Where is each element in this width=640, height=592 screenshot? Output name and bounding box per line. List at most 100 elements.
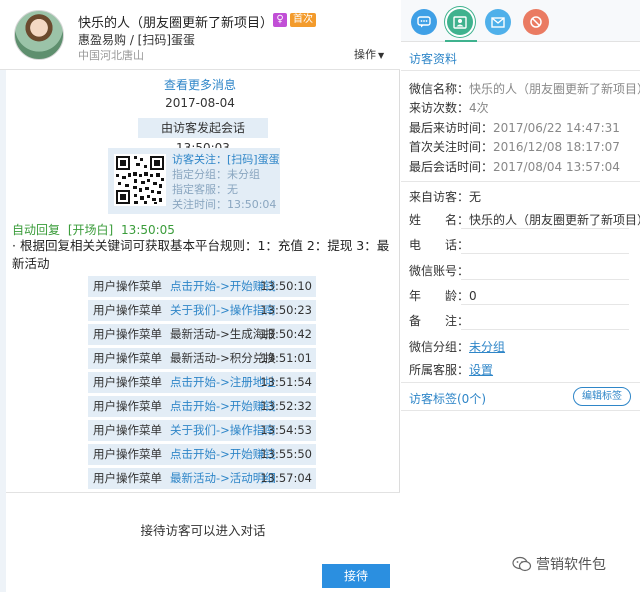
wechat-account-row[interactable]: 微信账号： bbox=[409, 262, 469, 279]
chat-bubble-icon[interactable] bbox=[411, 9, 437, 35]
age-row[interactable]: 年 龄：0 bbox=[409, 287, 477, 304]
operation-time: 13:50:10 bbox=[260, 279, 312, 293]
wechat-account-field[interactable] bbox=[461, 279, 629, 280]
avatar[interactable] bbox=[14, 10, 64, 60]
last-session-label: 最后会话时间： bbox=[409, 160, 494, 174]
watermark-text: 营销软件包 bbox=[536, 557, 606, 573]
wechat-group-row: 微信分组：未分组 bbox=[409, 338, 505, 355]
first-visit-badge: 首次 bbox=[290, 13, 316, 27]
phone-label: 电 话： bbox=[409, 238, 470, 252]
accept-button[interactable]: 接待 bbox=[322, 564, 390, 588]
auto-reply-header: 自动回复 [开场白] 13:50:05 bbox=[12, 221, 175, 238]
watermark: 营销软件包 bbox=[512, 554, 606, 574]
chat-panel: 快乐的人（朋友圈更新了新项目） ♀ 首次 惠盈易购 / [扫码]蛋蛋 中国河北唐… bbox=[0, 0, 400, 592]
divider bbox=[461, 228, 629, 229]
operation-label: 用户操作菜单 bbox=[93, 375, 162, 389]
auto-reply-time: 13:50:05 bbox=[121, 223, 175, 237]
menu-operation-row: 用户操作菜单 点击开始->开始赚钱 13:52:32 bbox=[88, 396, 316, 417]
wechat-icon bbox=[512, 556, 532, 572]
first-follow-row: 首次关注时间：2016/12/08 18:17:07 bbox=[409, 138, 620, 155]
visitor-header: 快乐的人（朋友圈更新了新项目） ♀ 首次 惠盈易购 / [扫码]蛋蛋 中国河北唐… bbox=[0, 0, 400, 70]
load-more-messages-link[interactable]: 查看更多消息 bbox=[0, 76, 400, 93]
active-tab-indicator bbox=[445, 40, 477, 42]
wechat-name-row: 微信名称：快乐的人（朋友圈更新了新项目） bbox=[409, 80, 640, 97]
no-entry-icon[interactable] bbox=[523, 9, 549, 35]
auto-reply-label: 自动回复 bbox=[12, 223, 61, 237]
mail-icon[interactable] bbox=[485, 9, 511, 35]
age-label: 年 龄： bbox=[409, 289, 470, 303]
visitor-name: 快乐的人（朋友圈更新了新项目） bbox=[78, 16, 274, 31]
follow-info-lines: 访客关注：[扫码]蛋蛋 指定分组：未分组 指定客服：无 关注时间：13:50:0… bbox=[172, 152, 280, 212]
full-name-row[interactable]: 姓 名：快乐的人（朋友圈更新了新项目） bbox=[409, 211, 640, 228]
visitor-tags-title: 访客标签(0个) bbox=[409, 392, 486, 406]
session-start-notice: 由访客发起会话 13:50:03 bbox=[138, 118, 268, 155]
visit-count-row: 来访次数：4次 bbox=[409, 99, 489, 116]
operation-label: 用户操作菜单 bbox=[93, 471, 162, 485]
operation-time: 13:54:53 bbox=[260, 423, 312, 437]
wechat-name-value: 快乐的人（朋友圈更新了新项目） bbox=[469, 82, 640, 96]
divider bbox=[401, 382, 640, 383]
full-name-field[interactable]: 快乐的人（朋友圈更新了新项目） bbox=[469, 213, 640, 227]
menu-operation-row: 用户操作菜单 最新活动->积分兑换 13:51:01 bbox=[88, 348, 316, 369]
accept-hint: 接待访客可以进入对话 bbox=[140, 523, 266, 538]
first-follow-label: 首次关注时间： bbox=[409, 140, 494, 154]
divider bbox=[401, 70, 640, 71]
source-visitor-value: 无 bbox=[469, 190, 482, 204]
info-tabs bbox=[401, 0, 640, 42]
agent-row: 所属客服：设置 bbox=[409, 361, 493, 378]
operation-time: 13:50:23 bbox=[260, 303, 312, 317]
operation-label: 用户操作菜单 bbox=[93, 303, 162, 317]
visitor-profile-title: 访客资料 bbox=[409, 52, 458, 66]
menu-operation-row: 用户操作菜单 点击开始->开始赚钱 13:50:10 bbox=[88, 276, 316, 297]
source-visitor-row: 来自访客：无 bbox=[409, 188, 481, 205]
agent-label: 所属客服： bbox=[409, 363, 470, 377]
phone-field[interactable] bbox=[461, 253, 629, 254]
first-follow-value: 2016/12/08 18:17:07 bbox=[493, 140, 620, 154]
date-divider: 2017-08-04 bbox=[165, 96, 235, 110]
phone-row[interactable]: 电 话： bbox=[409, 236, 469, 253]
visitor-info-panel: 访客资料 微信名称：快乐的人（朋友圈更新了新项目） 来访次数：4次 最后来访时间… bbox=[401, 0, 640, 592]
auto-reply-tag: [开场白] bbox=[67, 223, 114, 237]
operation-label: 用户操作菜单 bbox=[93, 351, 162, 365]
wechat-group-label: 微信分组： bbox=[409, 340, 470, 354]
menu-operation-row: 用户操作菜单 点击开始->注册地址 13:51:54 bbox=[88, 372, 316, 393]
last-visit-row: 最后来访时间：2017/06/22 14:47:31 bbox=[409, 119, 620, 136]
wechat-account-label: 微信账号： bbox=[409, 264, 470, 278]
agent-setting-link[interactable]: 设置 bbox=[469, 363, 493, 377]
operations-label: 操作 bbox=[354, 48, 376, 61]
visitor-location: 中国河北唐山 bbox=[78, 49, 144, 62]
menu-operation-row: 用户操作菜单 关于我们->操作指南 13:50:23 bbox=[88, 300, 316, 321]
operation-time: 13:57:04 bbox=[260, 471, 312, 485]
visitor-source: 惠盈易购 / [扫码]蛋蛋 bbox=[78, 33, 196, 47]
menu-operation-row: 用户操作菜单 关于我们->操作指南 13:54:53 bbox=[88, 420, 316, 441]
divider bbox=[461, 304, 629, 305]
contact-card-icon[interactable] bbox=[447, 9, 473, 35]
age-field[interactable]: 0 bbox=[469, 289, 477, 303]
assigned-group: 指定分组：未分组 bbox=[172, 168, 260, 181]
divider bbox=[401, 410, 640, 411]
female-icon: ♀ bbox=[273, 13, 287, 27]
edit-tags-button[interactable]: 编辑标签 bbox=[573, 387, 631, 406]
last-session-value: 2017/08/04 13:57:04 bbox=[493, 160, 620, 174]
divider bbox=[401, 181, 640, 182]
operation-label: 用户操作菜单 bbox=[93, 327, 162, 341]
menu-operation-row: 用户操作菜单 点击开始->开始赚钱 13:55:50 bbox=[88, 444, 316, 465]
operation-time: 13:50:42 bbox=[260, 327, 312, 341]
wechat-name-label: 微信名称： bbox=[409, 82, 470, 96]
operation-time: 13:52:32 bbox=[260, 399, 312, 413]
operations-dropdown[interactable]: 操作 ▼ bbox=[354, 46, 384, 62]
last-session-row: 最后会话时间：2017/08/04 13:57:04 bbox=[409, 158, 620, 175]
full-name-label: 姓 名： bbox=[409, 213, 470, 227]
wechat-group-link[interactable]: 未分组 bbox=[469, 340, 505, 354]
assigned-agent: 指定客服：无 bbox=[172, 183, 238, 196]
last-visit-label: 最后来访时间： bbox=[409, 121, 494, 135]
menu-operation-row: 用户操作菜单 最新活动->生成海报 13:50:42 bbox=[88, 324, 316, 345]
operation-label: 用户操作菜单 bbox=[93, 399, 162, 413]
follow-time: 关注时间：13:50:04 bbox=[172, 198, 277, 211]
auto-reply-message: · 根据回复相关关键词可获取基本平台规则：1：充值 2：提现 3：最新活动 bbox=[12, 238, 390, 271]
follow-info-card: 访客关注：[扫码]蛋蛋 指定分组：未分组 指定客服：无 关注时间：13:50:0… bbox=[108, 148, 280, 214]
notes-field[interactable] bbox=[461, 329, 629, 330]
accept-area: 接待访客可以进入对话 接待 bbox=[6, 492, 400, 592]
source-visitor-label: 来自访客： bbox=[409, 190, 470, 204]
notes-row[interactable]: 备 注： bbox=[409, 312, 469, 329]
